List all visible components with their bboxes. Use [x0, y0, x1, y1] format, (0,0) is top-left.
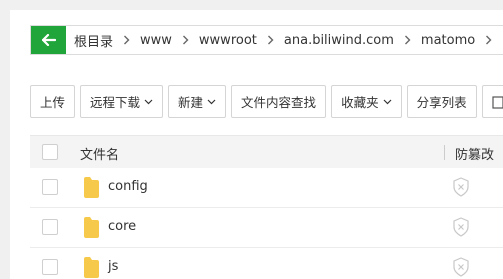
- crumb-www[interactable]: www: [140, 33, 172, 48]
- share-list-button[interactable]: 分享列表: [406, 85, 477, 118]
- column-filename[interactable]: 文件名: [80, 144, 119, 163]
- file-toolbar: 上传 远程下载 新建 文件内容查找 收藏夹 分享列表: [30, 85, 503, 118]
- crumb-wwwroot[interactable]: wwwroot: [199, 33, 257, 48]
- remote-download-button[interactable]: 远程下载: [80, 85, 164, 118]
- crumb-root[interactable]: 根目录: [74, 31, 113, 50]
- file-name[interactable]: config: [108, 179, 148, 194]
- table-row[interactable]: js: [30, 248, 503, 279]
- favorites-button[interactable]: 收藏夹: [331, 85, 402, 118]
- file-manager-panel: 根目录 www wwwroot ana.biliwind.com matomo …: [10, 10, 503, 279]
- crumb-site[interactable]: ana.biliwind.com: [284, 33, 394, 48]
- folder-icon: [84, 257, 99, 278]
- back-button[interactable]: [31, 26, 66, 54]
- select-all-checkbox[interactable]: [42, 144, 58, 160]
- chevron-down-icon: [144, 99, 153, 105]
- table-row[interactable]: config: [30, 168, 503, 208]
- upload-button[interactable]: 上传: [30, 85, 76, 118]
- file-table-header: 文件名 防篡改: [30, 135, 503, 168]
- table-row[interactable]: core: [30, 208, 503, 248]
- chevron-right-icon: [475, 35, 502, 45]
- content-search-label: 文件内容查找: [241, 95, 317, 110]
- share-list-label: 分享列表: [416, 95, 467, 110]
- upload-label: 上传: [40, 95, 66, 110]
- chevron-down-icon: [207, 99, 216, 105]
- file-name[interactable]: core: [108, 219, 136, 234]
- folder-icon: [84, 217, 99, 238]
- crumb-matomo[interactable]: matomo: [421, 33, 475, 48]
- chevron-right-icon: [257, 35, 284, 45]
- new-label: 新建: [178, 95, 204, 110]
- chevron-right-icon: [394, 35, 421, 45]
- chevron-down-icon: [383, 99, 392, 105]
- content-search-button[interactable]: 文件内容查找: [231, 85, 327, 118]
- shield-icon[interactable]: [452, 177, 470, 197]
- remote-download-label: 远程下载: [90, 95, 141, 110]
- row-checkbox[interactable]: [42, 259, 58, 275]
- shield-icon[interactable]: [452, 257, 470, 277]
- arrow-left-icon: [41, 34, 56, 46]
- chevron-right-icon: [172, 35, 199, 45]
- clipboard-icon: [491, 95, 503, 109]
- more-tool-button[interactable]: [481, 85, 503, 118]
- chevron-right-icon: [113, 35, 140, 45]
- row-checkbox[interactable]: [42, 179, 58, 195]
- row-checkbox[interactable]: [42, 219, 58, 235]
- shield-icon[interactable]: [452, 217, 470, 237]
- new-button[interactable]: 新建: [168, 85, 227, 118]
- file-name[interactable]: js: [108, 259, 118, 274]
- column-tamper-protection[interactable]: 防篡改: [455, 144, 494, 163]
- favorites-label: 收藏夹: [341, 95, 379, 110]
- column-divider: [444, 145, 445, 160]
- folder-icon: [84, 177, 99, 198]
- path-breadcrumb: 根目录 www wwwroot ana.biliwind.com matomo: [30, 25, 503, 55]
